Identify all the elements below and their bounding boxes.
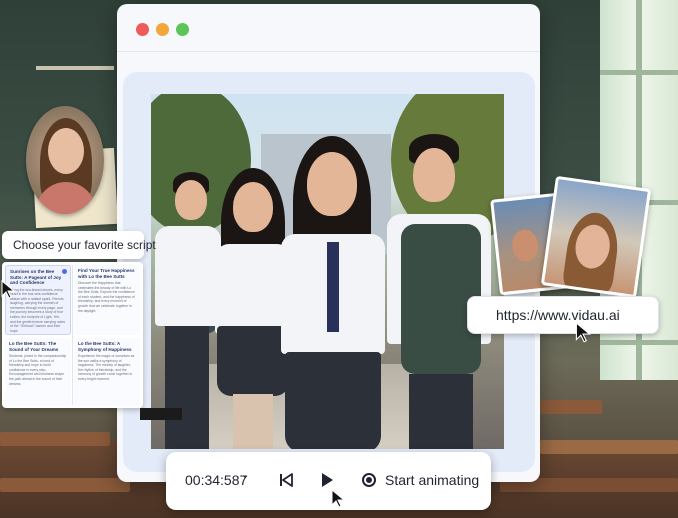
desk	[0, 478, 130, 492]
pointer-cursor-icon	[331, 488, 346, 508]
panel-shadow-strip	[140, 408, 182, 420]
script-card[interactable]: Find Your True Happiness with Lo the Bee…	[74, 265, 140, 335]
script-card-title: Lo the Bee Sutts: A Symphony of Happines…	[78, 341, 132, 352]
head	[413, 148, 455, 202]
uniform-skirt	[285, 352, 381, 449]
script-card-title: Find Your True Happiness with Lo the Bee…	[78, 268, 135, 279]
head	[307, 152, 357, 216]
uniform-pants	[165, 326, 209, 449]
uniform-shirt	[155, 226, 221, 326]
portrait-face	[48, 128, 84, 174]
desk	[540, 440, 678, 454]
window-transom	[600, 70, 678, 75]
head	[233, 182, 273, 232]
script-card-title: Lo the Bee Sutts: The Sound of Your Drea…	[9, 341, 59, 352]
uniform-shirt	[215, 244, 291, 334]
chalk-rail	[36, 66, 114, 70]
panel-divider	[72, 265, 73, 405]
selected-indicator-icon	[62, 269, 67, 274]
script-card-body: Along the sun-kissed shores, every heart…	[10, 287, 66, 333]
desk	[540, 400, 602, 414]
player-controls: 00:34:587 ⌄ Start animating	[166, 452, 491, 510]
uniform-pants	[409, 374, 473, 449]
script-card-body: Discover the Happiness that celebrates t…	[78, 281, 135, 313]
uniform-skirt	[217, 326, 289, 396]
window-titlebar	[117, 4, 540, 52]
close-button[interactable]	[136, 23, 149, 36]
chevron-down-icon[interactable]: ⌄	[241, 470, 249, 481]
timestamp[interactable]: 00:34:587	[185, 472, 247, 488]
minimize-button[interactable]	[156, 23, 169, 36]
url-chip[interactable]: https://www.vidau.ai	[467, 296, 659, 334]
photo-face	[510, 228, 540, 263]
student-photo	[540, 175, 652, 299]
necktie	[327, 242, 339, 332]
desk	[0, 432, 110, 446]
start-animating-button[interactable]: Start animating	[385, 472, 479, 488]
script-panel: Sunrises on the Bee Sutts: A Pageant of …	[2, 262, 143, 408]
head	[175, 180, 207, 220]
script-card-body: Experience the magic of ourselves as the…	[78, 354, 135, 381]
pointer-cursor-icon	[1, 280, 16, 299]
record-icon[interactable]	[362, 473, 376, 487]
script-card-selected[interactable]: Sunrises on the Bee Sutts: A Pageant of …	[5, 265, 71, 335]
script-panel-title: Choose your favorite script	[2, 231, 156, 259]
video-preview[interactable]	[151, 94, 504, 449]
window-transom	[600, 340, 678, 345]
script-card[interactable]: Lo the Bee Sutts: The Sound of Your Drea…	[5, 338, 71, 406]
skip-previous-icon[interactable]	[278, 471, 294, 489]
script-card[interactable]: Lo the Bee Sutts: A Symphony of Happines…	[74, 338, 140, 406]
pointer-cursor-icon	[575, 322, 592, 343]
script-card-body: Students, joined in the companionship of…	[9, 354, 67, 386]
play-icon[interactable]	[319, 471, 335, 489]
maximize-button[interactable]	[176, 23, 189, 36]
script-card-title: Sunrises on the Bee Sutts: A Pageant of …	[10, 269, 62, 285]
student-portrait	[26, 106, 104, 214]
legs	[233, 394, 273, 449]
